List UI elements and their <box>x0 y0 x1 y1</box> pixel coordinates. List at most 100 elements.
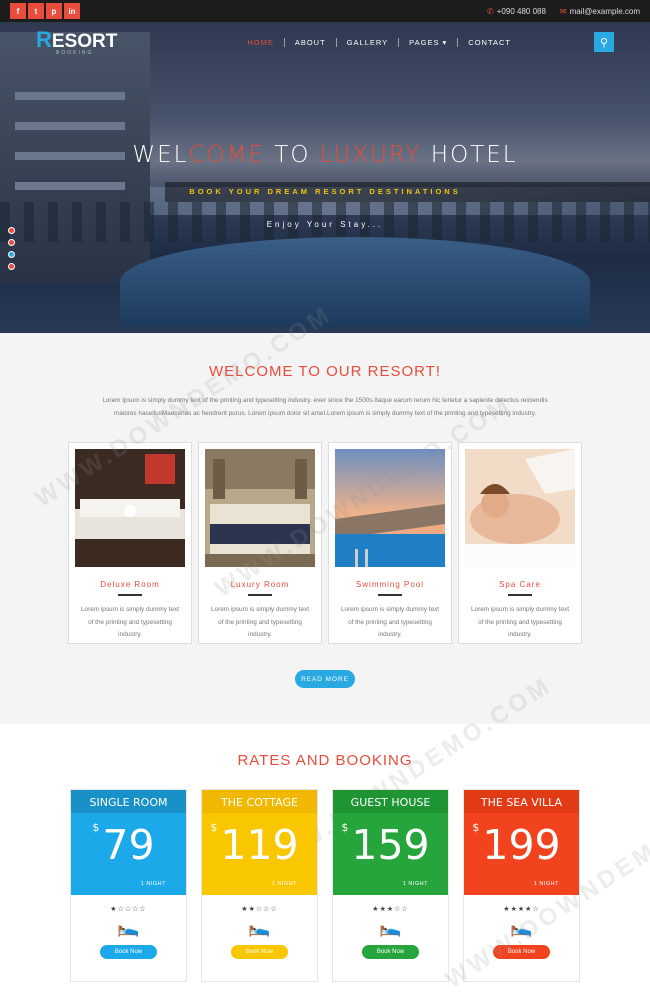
price-card-title: SINGLE ROOM <box>71 790 186 813</box>
hero-title-part: WEL <box>132 142 189 168</box>
phone-icon: ✆ <box>487 6 494 16</box>
spa-care-image <box>465 449 575 567</box>
room-divider <box>508 594 532 596</box>
logo[interactable]: RESORT BOOKING <box>36 26 118 56</box>
swimming-pool-image <box>335 449 445 567</box>
price-card-body: ★★☆☆☆ 🛌 Book Now <box>202 895 317 959</box>
phone-contact: ✆ +090 480 088 <box>487 7 546 16</box>
logo-rest: ESORT <box>51 30 118 52</box>
star-filled-icon: ★ <box>379 906 387 913</box>
bed-icon: 🛌 <box>379 917 402 937</box>
hero-pool <box>120 237 590 327</box>
welcome-section: WWW.DOWNDEMO.COM WWW.DOWNDEMO.COM WELCOM… <box>0 301 650 724</box>
nav-menu: HOME ABOUT GALLERY PAGES ▾ CONTACT <box>237 37 521 47</box>
price-cards: SINGLE ROOM $79 1 NIGHT ★ ☆ ☆ ☆ ☆ 🛌 Book Now… <box>0 789 650 982</box>
price-card-header: THE COTTAGE $119 1 NIGHT <box>202 790 317 895</box>
price-value: 199 <box>482 821 561 869</box>
slider-dot[interactable] <box>8 263 15 270</box>
hero-title-part: TO <box>265 142 320 168</box>
price-value: 119 <box>220 821 299 869</box>
welcome-title: WELCOME TO OUR RESORT! <box>208 363 442 380</box>
price-card-title: THE COTTAGE <box>202 790 317 813</box>
nav-item-pages[interactable]: PAGES ▾ <box>399 37 459 47</box>
price-period: 1 NIGHT <box>140 881 166 887</box>
nav-item-gallery[interactable]: GALLERY <box>337 37 400 47</box>
price-amount: $159 <box>333 821 448 869</box>
pinterest-icon[interactable]: p <box>46 3 62 19</box>
search-button[interactable]: ⚲ <box>594 32 614 52</box>
rooms-list: Deluxe Room Lorem ipsum is simply dummy … <box>0 442 650 644</box>
price-currency: $ <box>210 821 218 834</box>
hero-title-part: COME <box>188 142 266 168</box>
room-desc: Lorem ipsum is simply dummy text of the … <box>210 606 309 638</box>
price-card: THE COTTAGE $119 1 NIGHT ★★☆☆☆ 🛌 Book No… <box>201 789 318 982</box>
price-card-body: ★★★☆☆ 🛌 Book Now <box>333 895 448 959</box>
email-address[interactable]: mail@example.com <box>570 7 640 16</box>
room-name[interactable]: Swimming Pool <box>335 580 445 589</box>
room-name[interactable]: Luxury Room <box>205 580 315 589</box>
book-now-button[interactable]: Book Now <box>100 945 157 959</box>
hero-title: WELCOME TO LUXURY HOTEL <box>0 142 650 168</box>
room-card[interactable]: Deluxe Room Lorem ipsum is simply dummy … <box>68 442 192 644</box>
nav-item-about[interactable]: ABOUT <box>285 37 337 47</box>
price-card-title: THE SEA VILLA <box>464 790 579 813</box>
room-name[interactable]: Spa Care <box>465 580 575 589</box>
read-more-button[interactable]: READ MORE <box>295 670 355 688</box>
nav-item-contact[interactable]: CONTACT <box>458 38 521 47</box>
hero-title-part: LUXURY <box>319 142 422 168</box>
room-desc: Lorem ipsum is simply dummy text of the … <box>340 606 439 638</box>
price-period: 1 NIGHT <box>402 881 428 887</box>
bed-icon: 🛌 <box>510 917 533 937</box>
price-amount: $199 <box>464 821 579 869</box>
linkedin-icon[interactable]: in <box>64 3 80 19</box>
phone-number: +090 480 088 <box>496 6 546 16</box>
price-card: SINGLE ROOM $79 1 NIGHT ★☆☆☆☆ 🛌 Book Now <box>70 789 187 982</box>
room-name[interactable]: Deluxe Room <box>75 580 185 589</box>
top-bar: f t p in ✆ +090 480 088 ✉ mail@example.com <box>0 0 650 22</box>
room-desc: Lorem ipsum is simply dummy text of the … <box>80 606 179 638</box>
book-now-button[interactable]: Book Now <box>231 945 288 959</box>
star-rating: ★★☆☆☆ <box>202 905 317 913</box>
slider-dot[interactable] <box>8 227 15 234</box>
logo-text: RESORT <box>36 26 118 52</box>
room-divider <box>248 594 272 596</box>
star-filled-icon: ★ <box>503 906 511 913</box>
mail-icon: ✉ <box>559 6 567 16</box>
social-links: f t p in <box>10 3 80 19</box>
rates-section: WWW.DOWNDEMO.COM WWW.DOWNDEMO.COM RATES … <box>0 672 650 1008</box>
logo-initial: R <box>36 26 52 52</box>
room-card[interactable]: Spa Care Lorem ipsum is simply dummy tex… <box>458 442 582 644</box>
hero-subtitle: BOOK YOUR DREAM RESORT DESTINATIONS <box>189 187 461 196</box>
star-rating: ★☆☆☆☆ <box>71 905 186 913</box>
hero-banner: RESORT BOOKING HOME ABOUT GALLERY PAGES … <box>0 22 650 333</box>
price-card-body: ★★★★☆ 🛌 Book Now <box>464 895 579 959</box>
nav-item-home[interactable]: HOME <box>237 37 285 47</box>
price-currency: $ <box>341 821 349 834</box>
slider-dot[interactable] <box>8 239 15 246</box>
room-divider <box>118 594 142 596</box>
twitter-icon[interactable]: t <box>28 3 44 19</box>
facebook-icon[interactable]: f <box>10 3 26 19</box>
price-card: THE SEA VILLA $199 1 NIGHT ★★★★☆ 🛌 Book … <box>463 789 580 982</box>
room-card[interactable]: Swimming Pool Lorem ipsum is simply dumm… <box>328 442 452 644</box>
email-contact[interactable]: ✉ mail@example.com <box>560 7 640 16</box>
star-empty-icon: ☆ <box>117 906 125 913</box>
room-card[interactable]: Luxury Room Lorem ipsum is simply dummy … <box>198 442 322 644</box>
book-now-button[interactable]: Book Now <box>493 945 550 959</box>
star-filled-icon: ★ <box>248 906 256 913</box>
star-empty-icon: ☆ <box>532 906 540 913</box>
star-filled-icon: ★ <box>241 906 249 913</box>
slider-dot-active[interactable] <box>8 251 15 258</box>
book-now-button[interactable]: Book Now <box>362 945 419 959</box>
bed-icon: 🛌 <box>117 917 140 937</box>
star-filled-icon: ★ <box>372 906 380 913</box>
price-card-header: SINGLE ROOM $79 1 NIGHT <box>71 790 186 895</box>
welcome-text: Lorem Ipsum is simply dummy text of the … <box>102 397 548 417</box>
star-filled-icon: ★ <box>510 906 518 913</box>
luxury-room-image <box>205 449 315 567</box>
search-icon: ⚲ <box>599 36 609 49</box>
hero-title-part: HOTEL <box>421 142 518 168</box>
star-empty-icon: ☆ <box>270 906 278 913</box>
star-empty-icon: ☆ <box>139 906 147 913</box>
price-currency: $ <box>92 821 100 834</box>
